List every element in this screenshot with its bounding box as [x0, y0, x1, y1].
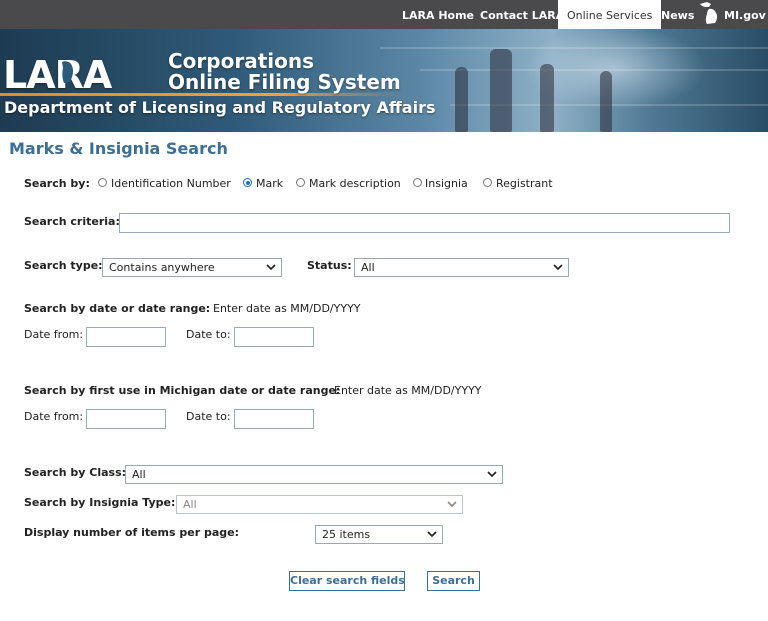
michigan-logo-icon [62, 61, 74, 83]
search-criteria-input[interactable] [119, 213, 730, 233]
first-use-hint: Enter date as MM/DD/YYYY [334, 384, 482, 397]
per-page-label: Display number of items per page: [24, 526, 240, 539]
first-use-date-to-label: Date to: [186, 410, 231, 423]
date-from-label: Date from: [24, 328, 84, 341]
status-select[interactable]: All [354, 258, 569, 277]
radio-registrant[interactable] [483, 178, 492, 187]
chevron-down-icon [447, 501, 457, 508]
insignia-type-select[interactable]: All [176, 495, 463, 514]
nav-lara-home[interactable]: LARA Home [402, 0, 474, 29]
banner-light-streak [420, 69, 768, 71]
banner-person-figure [455, 67, 468, 132]
insignia-type-label: Search by Insignia Type: [24, 496, 176, 509]
status-label: Status: [307, 259, 352, 272]
radio-insignia[interactable] [413, 178, 422, 187]
per-page-value: 25 items [322, 528, 371, 541]
banner-person-figure [540, 64, 554, 132]
banner-person-figure [490, 49, 512, 132]
nav-mi-gov-label: MI.gov [724, 9, 766, 22]
banner-light-streak [380, 47, 768, 49]
first-use-date-from-input[interactable] [86, 409, 166, 429]
radio-label-registrant[interactable]: Registrant [496, 177, 553, 190]
first-use-date-to-input[interactable] [234, 409, 314, 429]
banner-title-line1: Corporations [168, 49, 314, 73]
search-type-select[interactable]: Contains anywhere [102, 258, 282, 277]
banner-subtitle: Department of Licensing and Regulatory A… [4, 98, 436, 117]
header-banner: LARA Corporations Online Filing System D… [0, 29, 768, 132]
date-range-label: Search by date or date range: [24, 302, 211, 315]
first-use-date-from-label: Date from: [24, 410, 84, 423]
michigan-icon [700, 2, 718, 24]
search-button[interactable]: Search [427, 571, 480, 591]
status-value: All [361, 261, 375, 274]
nav-contact-lara[interactable]: Contact LARA [480, 0, 564, 29]
radio-mark[interactable] [243, 178, 252, 187]
date-from-input[interactable] [86, 327, 166, 347]
radio-mark-description[interactable] [296, 178, 305, 187]
search-type-value: Contains anywhere [109, 261, 215, 274]
first-use-label: Search by first use in Michigan date or … [24, 384, 341, 397]
radio-label-mark-description[interactable]: Mark description [309, 177, 401, 190]
class-select[interactable]: All [125, 465, 503, 484]
date-to-input[interactable] [234, 327, 314, 347]
radio-label-identification-number[interactable]: Identification Number [111, 177, 231, 190]
banner-title-line2: Online Filing System [168, 70, 401, 94]
clear-search-fields-button[interactable]: Clear search fields [289, 571, 405, 591]
class-value: All [132, 468, 146, 481]
top-navigation-bar: LARA Home Contact LARA Online Services N… [0, 0, 768, 29]
radio-label-insignia[interactable]: Insignia [425, 177, 468, 190]
banner-person-figure [600, 71, 612, 132]
radio-label-mark[interactable]: Mark [256, 177, 283, 190]
per-page-select[interactable]: 25 items [315, 525, 443, 544]
date-to-label: Date to: [186, 328, 231, 341]
search-criteria-label: Search criteria: [24, 215, 120, 228]
chevron-down-icon [487, 471, 497, 478]
search-by-label: Search by: [24, 177, 90, 190]
nav-online-services[interactable]: Online Services [558, 0, 662, 29]
nav-news[interactable]: News [661, 0, 694, 29]
chevron-down-icon [427, 531, 437, 538]
chevron-down-icon [553, 264, 563, 271]
date-range-hint: Enter date as MM/DD/YYYY [213, 302, 361, 315]
chevron-down-icon [266, 264, 276, 271]
search-type-label: Search type: [24, 259, 103, 272]
insignia-type-value: All [183, 498, 197, 511]
radio-identification-number[interactable] [98, 178, 107, 187]
class-label: Search by Class: [24, 466, 127, 479]
page-title: Marks & Insignia Search [9, 139, 228, 158]
